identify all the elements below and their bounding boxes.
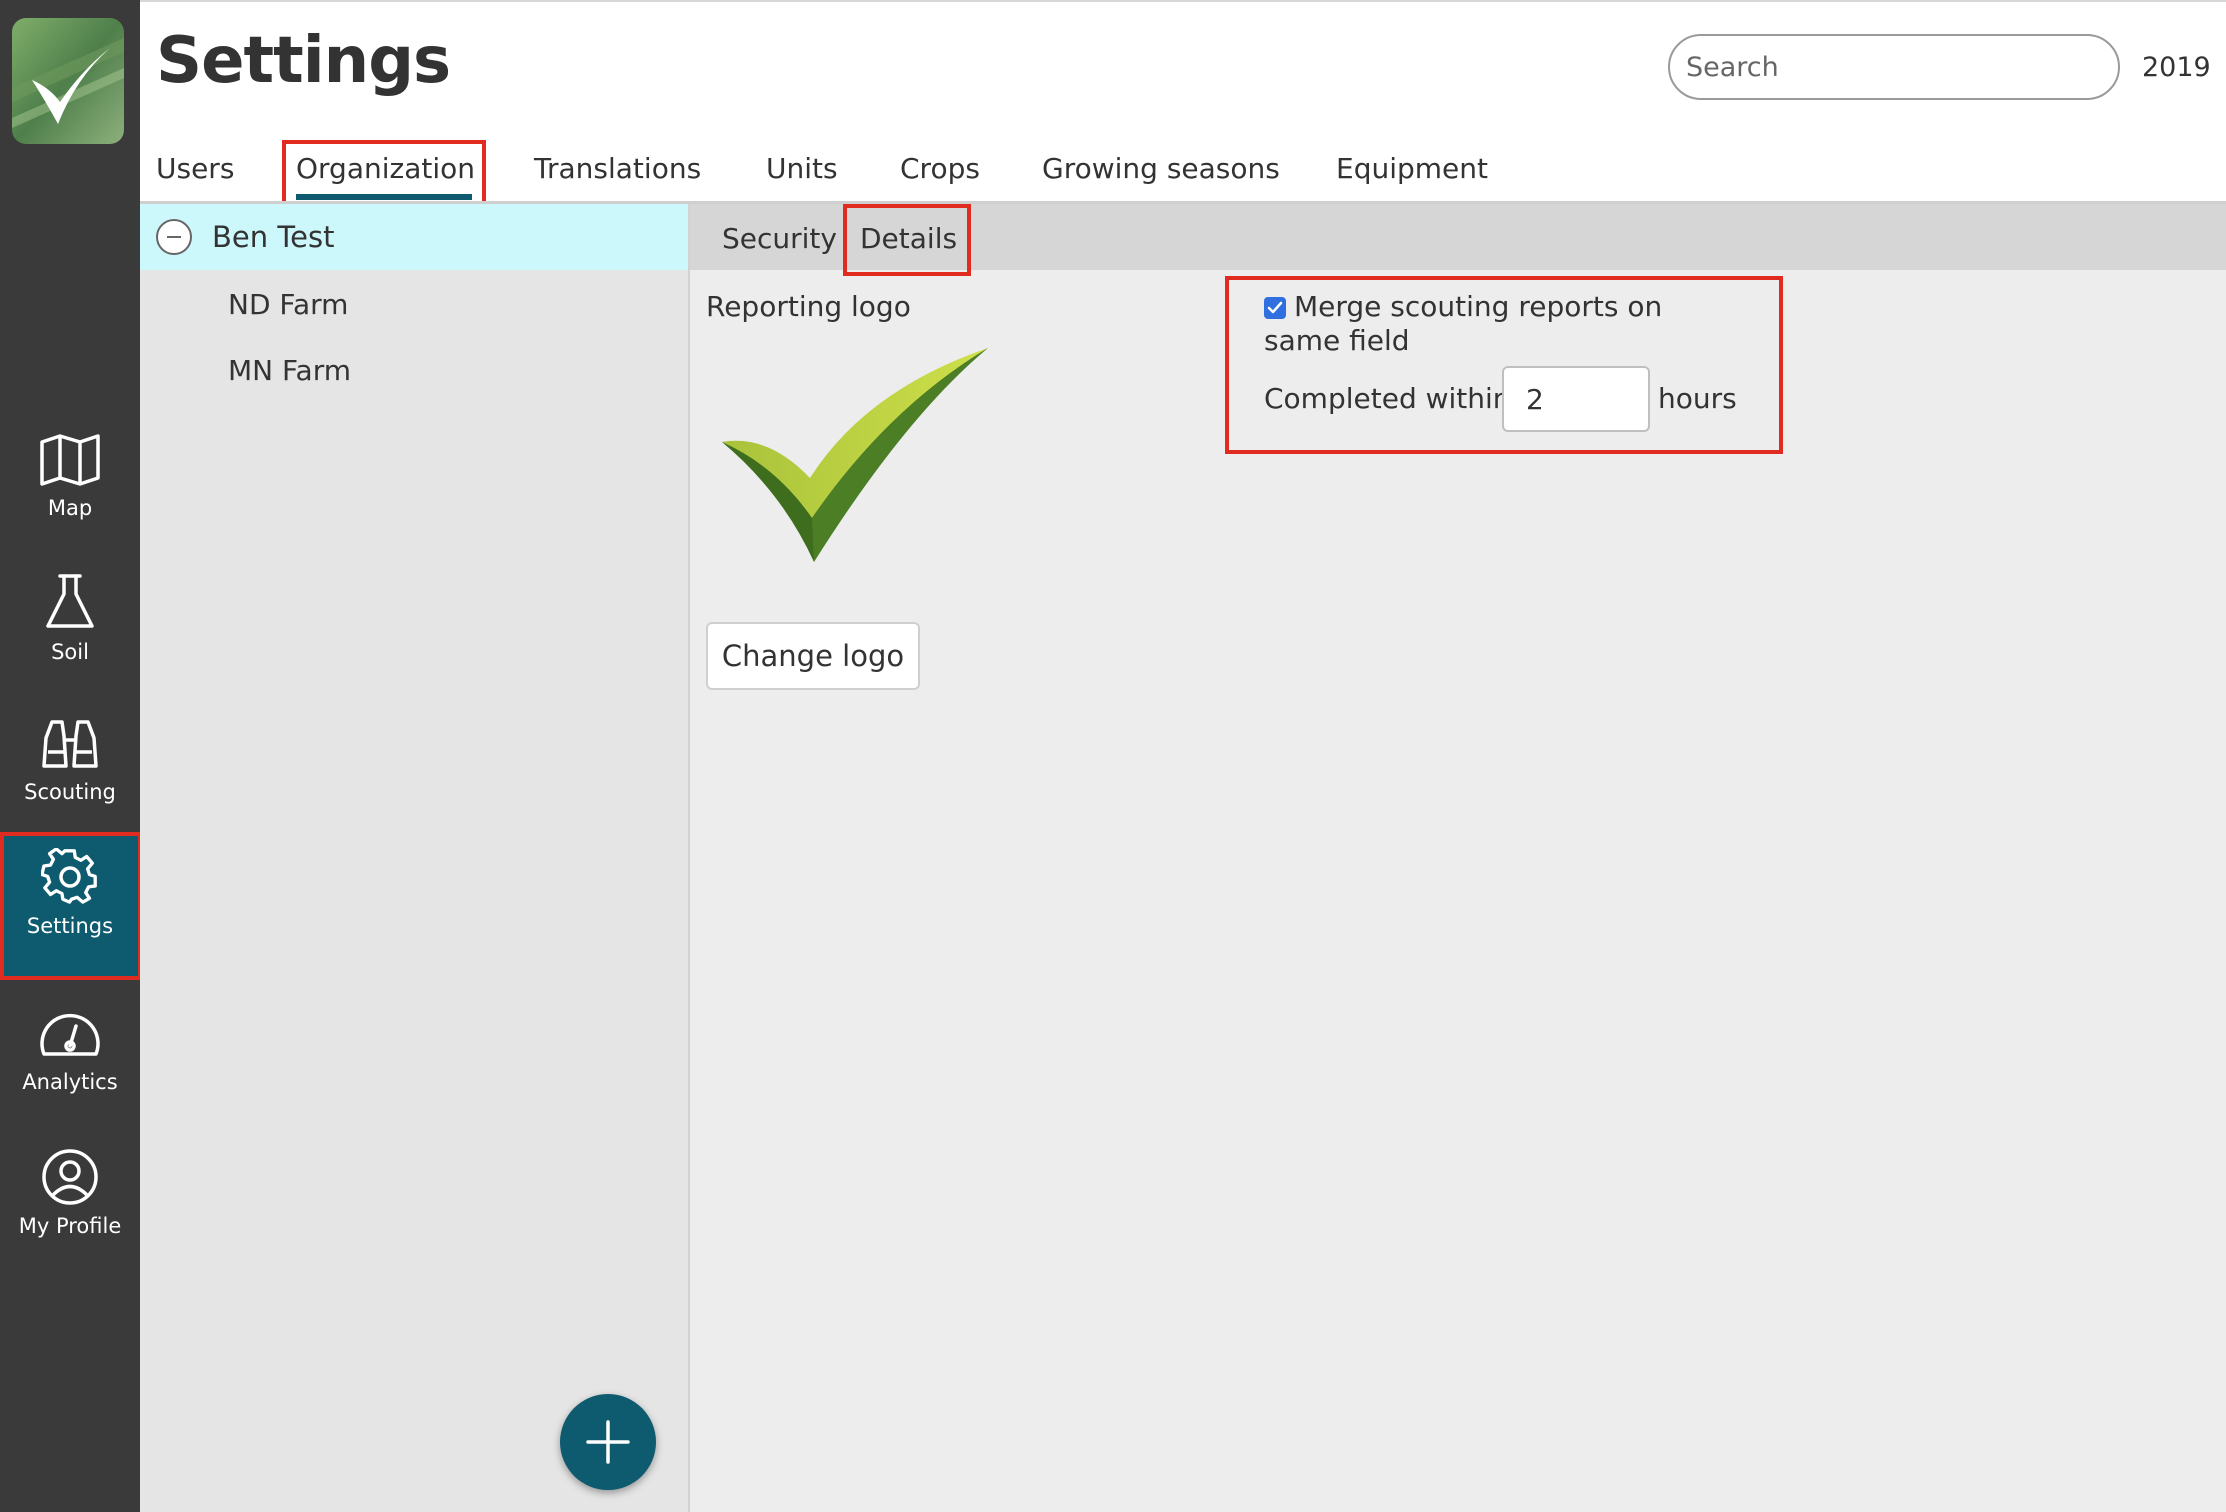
org-tree-item[interactable]: ND Farm	[228, 288, 348, 321]
map-icon	[40, 434, 100, 486]
sidebar-item-label: Analytics	[22, 1070, 118, 1094]
checkmark-logo-image	[722, 348, 988, 562]
tab-equipment[interactable]: Equipment	[1336, 152, 1488, 185]
highlight-box-organization-tab	[282, 140, 486, 206]
add-button[interactable]	[560, 1394, 656, 1490]
flask-icon	[46, 574, 94, 628]
sidebar-item-label: My Profile	[18, 1214, 122, 1238]
highlight-box-details-subtab	[843, 204, 971, 276]
app-window: Map Soil Scouting Settings Analytics My …	[0, 0, 2226, 1512]
tab-users[interactable]: Users	[156, 152, 234, 185]
collapse-icon[interactable]	[156, 219, 192, 255]
subtab-security[interactable]: Security	[722, 222, 837, 255]
tab-crops[interactable]: Crops	[900, 152, 980, 185]
org-tree-root[interactable]: Ben Test	[140, 204, 688, 270]
sidebar-item-label: Soil	[51, 640, 89, 664]
page-title: Settings	[156, 24, 451, 98]
org-tree-item[interactable]: MN Farm	[228, 354, 351, 387]
tab-units[interactable]: Units	[766, 152, 838, 185]
sidebar-item-scouting[interactable]: Scouting	[0, 704, 140, 844]
change-logo-button[interactable]: Change logo	[706, 622, 920, 690]
sidebar-item-soil[interactable]: Soil	[0, 560, 140, 700]
gauge-icon	[40, 1013, 100, 1056]
org-tree-panel	[140, 204, 690, 1512]
sidebar-item-label: Scouting	[24, 780, 116, 804]
tab-translations[interactable]: Translations	[534, 152, 701, 185]
sidebar-item-label: Map	[47, 496, 93, 520]
binoculars-icon	[42, 720, 98, 768]
year-selector[interactable]: 2019	[2142, 52, 2211, 83]
sidebar-item-my-profile[interactable]: My Profile	[0, 1136, 140, 1276]
sidebar-item-analytics[interactable]: Analytics	[0, 994, 140, 1134]
search-input[interactable]	[1668, 34, 2120, 100]
brand-logo[interactable]	[12, 18, 124, 144]
sidebar-item-map[interactable]: Map	[0, 420, 140, 560]
user-icon	[42, 1149, 98, 1205]
plus-icon	[586, 1420, 630, 1464]
highlight-box-merge-setting	[1225, 276, 1783, 454]
org-root-label: Ben Test	[212, 220, 335, 254]
tab-growing-seasons[interactable]: Growing seasons	[1042, 152, 1280, 185]
reporting-logo-label: Reporting logo	[706, 290, 911, 323]
highlight-box-settings-nav	[0, 832, 142, 980]
